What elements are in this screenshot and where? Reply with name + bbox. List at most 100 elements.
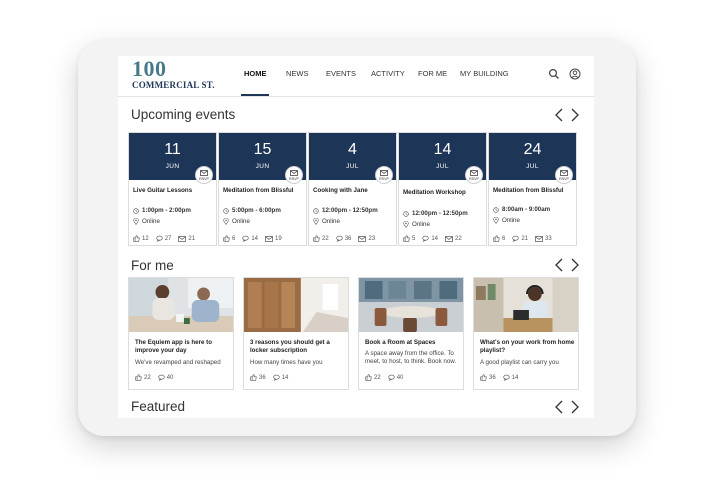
locker-hallway-image bbox=[244, 278, 348, 332]
event-card[interactable]: 4 JUL RSVP Cooking with Jane 12:00pm - 12:50… bbox=[308, 132, 397, 246]
likes-count: 12 bbox=[142, 235, 149, 242]
card-description: A space away from the office. To meet, t… bbox=[365, 350, 457, 365]
rsvp-button[interactable]: RSVP bbox=[555, 166, 573, 184]
event-day: 15 bbox=[253, 141, 272, 158]
shares[interactable]: 21 bbox=[178, 236, 195, 242]
event-location: Online bbox=[313, 218, 340, 225]
envelope-icon bbox=[560, 170, 568, 176]
event-time: 5:00pm - 6:00pm bbox=[223, 207, 281, 214]
clock-icon bbox=[403, 210, 409, 217]
nav-news[interactable]: NEWS bbox=[286, 56, 309, 96]
event-time: 12:00pm - 12:50pm bbox=[313, 207, 378, 214]
chevron-right-icon[interactable] bbox=[570, 400, 580, 414]
rsvp-button[interactable]: RSVP bbox=[285, 166, 303, 184]
event-card[interactable]: 24 JUL RSVP Meditation from Blissful 8:00am … bbox=[488, 132, 577, 246]
shares-count: 22 bbox=[455, 235, 462, 242]
event-location-text: Online bbox=[322, 218, 340, 225]
event-title: Meditation from Blissful bbox=[223, 187, 294, 194]
likes[interactable]: 36 bbox=[480, 374, 496, 381]
thumbs-up-icon bbox=[135, 374, 142, 381]
event-card[interactable]: 15 JUN RSVP Meditation from Blissful 5:00pm … bbox=[218, 132, 307, 246]
user-icon[interactable] bbox=[569, 68, 581, 80]
thumbs-up-icon bbox=[250, 374, 257, 381]
rsvp-label: RSVP bbox=[379, 177, 389, 181]
rsvp-button[interactable]: RSVP bbox=[375, 166, 393, 184]
event-time-text: 12:00pm - 12:50pm bbox=[412, 210, 468, 217]
top-navigation-bar: 100 COMMERCIAL ST. HOME NEWS EVENTS ACTI… bbox=[118, 56, 594, 97]
for-me-card[interactable]: What's on your work from home playlist? … bbox=[473, 277, 579, 390]
comments[interactable]: 14 bbox=[422, 235, 438, 242]
event-stats: 5 14 22 bbox=[403, 235, 469, 242]
chevron-right-icon[interactable] bbox=[570, 258, 580, 272]
thumbs-up-icon bbox=[133, 235, 140, 242]
share-mail-icon bbox=[535, 235, 543, 242]
comments[interactable]: 40 bbox=[158, 374, 174, 381]
likes[interactable]: 12 bbox=[133, 235, 149, 242]
search-icon[interactable] bbox=[548, 68, 560, 80]
event-card[interactable]: 14 JUL RSVP Meditation Workshop 12:00pm - 12… bbox=[398, 132, 487, 246]
for-me-card[interactable]: Book a Room at Spaces A space away from … bbox=[358, 277, 464, 390]
nav-my-building[interactable]: MY BUILDING bbox=[460, 56, 509, 96]
for-me-card[interactable]: 3 reasons you should get a locker subscr… bbox=[243, 277, 349, 390]
meeting-room-image bbox=[359, 278, 463, 332]
nav-events[interactable]: EVENTS bbox=[326, 56, 356, 96]
logo-name: COMMERCIAL ST. bbox=[132, 80, 215, 90]
event-location: Online bbox=[403, 221, 430, 228]
comment-icon bbox=[336, 235, 343, 242]
event-stats: 6 14 19 bbox=[223, 235, 289, 242]
event-time: 1:00pm - 2:00pm bbox=[133, 207, 191, 214]
comments[interactable]: 40 bbox=[388, 374, 404, 381]
location-pin-icon bbox=[223, 218, 229, 225]
likes[interactable]: 6 bbox=[493, 235, 505, 242]
event-title: Meditation from Blissful bbox=[493, 187, 564, 194]
rsvp-label: RSVP bbox=[289, 177, 299, 181]
chevron-left-icon[interactable] bbox=[554, 108, 564, 122]
comments[interactable]: 27 bbox=[156, 235, 171, 242]
shares-count: 33 bbox=[545, 235, 552, 242]
rsvp-button[interactable]: RSVP bbox=[465, 166, 483, 184]
chevron-left-icon[interactable] bbox=[554, 258, 564, 272]
event-date-band: 15 JUN RSVP bbox=[219, 133, 306, 184]
chevron-right-icon[interactable] bbox=[570, 108, 580, 122]
shares[interactable]: 23 bbox=[358, 236, 375, 242]
location-pin-icon bbox=[133, 218, 139, 225]
shares[interactable]: 19 bbox=[265, 236, 282, 242]
for-me-card[interactable]: The Equiem app is here to improve your d… bbox=[128, 277, 234, 390]
logo-number: 100 bbox=[132, 56, 167, 81]
comments[interactable]: 14 bbox=[503, 374, 518, 381]
comments[interactable]: 36 bbox=[336, 235, 351, 242]
envelope-icon bbox=[470, 170, 478, 176]
comment-icon bbox=[156, 235, 163, 242]
location-pin-icon bbox=[403, 221, 409, 228]
comments[interactable]: 14 bbox=[242, 235, 258, 242]
thumbs-up-icon bbox=[365, 374, 372, 381]
likes[interactable]: 22 bbox=[313, 235, 329, 242]
app-screen: 100 COMMERCIAL ST. HOME NEWS EVENTS ACTI… bbox=[118, 56, 594, 418]
likes[interactable]: 36 bbox=[250, 374, 266, 381]
comments-count: 40 bbox=[396, 374, 404, 381]
event-date-band: 24 JUL RSVP bbox=[489, 133, 576, 184]
likes-count: 36 bbox=[259, 374, 266, 381]
card-description: We've revamped and reshaped bbox=[135, 359, 221, 366]
comments-count: 40 bbox=[166, 374, 174, 381]
likes[interactable]: 5 bbox=[403, 235, 415, 242]
likes[interactable]: 22 bbox=[365, 374, 381, 381]
event-day: 24 bbox=[523, 141, 542, 158]
shares[interactable]: 33 bbox=[535, 236, 552, 242]
nav-home[interactable]: HOME bbox=[244, 56, 267, 96]
event-location-text: Online bbox=[232, 218, 250, 225]
likes[interactable]: 6 bbox=[223, 235, 235, 242]
comments[interactable]: 14 bbox=[273, 374, 288, 381]
chevron-left-icon[interactable] bbox=[554, 400, 564, 414]
nav-activity[interactable]: ACTIVITY bbox=[371, 56, 405, 96]
rsvp-button[interactable]: RSVP bbox=[195, 166, 213, 184]
comments[interactable]: 21 bbox=[512, 235, 528, 242]
event-date-band: 14 JUL RSVP bbox=[399, 133, 486, 184]
shares[interactable]: 22 bbox=[445, 236, 462, 242]
event-card[interactable]: 11 JUN RSVP Live Guitar Lessons 1:00pm - 2:0… bbox=[128, 132, 217, 246]
comments-count: 14 bbox=[251, 235, 259, 242]
likes[interactable]: 22 bbox=[135, 374, 151, 381]
nav-for-me[interactable]: FOR ME bbox=[418, 56, 447, 96]
comment-icon bbox=[273, 374, 280, 381]
event-time-text: 5:00pm - 6:00pm bbox=[232, 207, 281, 214]
